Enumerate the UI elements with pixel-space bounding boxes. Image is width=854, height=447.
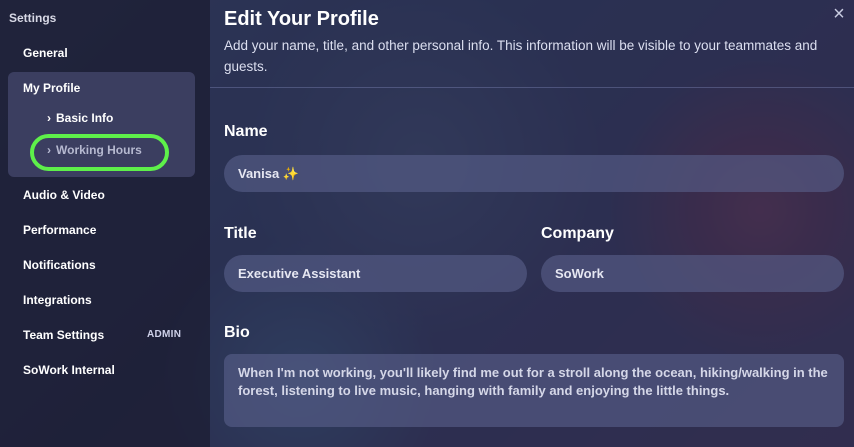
- sidebar-item-my-profile[interactable]: My Profile: [23, 81, 80, 95]
- working-hours-highlight: [30, 134, 169, 171]
- sidebar-subitem-label: Basic Info: [56, 111, 114, 125]
- company-label: Company: [541, 225, 614, 242]
- sidebar-title: Settings: [9, 11, 57, 25]
- bio-label: Bio: [224, 324, 250, 341]
- header-divider: [210, 87, 854, 88]
- bio-textarea[interactable]: When I'm not working, you'll likely find…: [224, 354, 844, 427]
- name-input[interactable]: Vanisa ✨: [224, 155, 844, 192]
- close-icon[interactable]: ×: [828, 3, 850, 25]
- company-input[interactable]: SoWork: [541, 255, 844, 292]
- sidebar-item-sowork-internal[interactable]: SoWork Internal: [23, 363, 115, 377]
- sidebar-item-notifications[interactable]: Notifications: [23, 258, 96, 272]
- page-title: Edit Your Profile: [224, 8, 379, 30]
- settings-sidebar: Settings General My Profile › Basic Info …: [0, 0, 210, 447]
- sidebar-item-audio-video[interactable]: Audio & Video: [23, 188, 105, 202]
- admin-badge: ADMIN: [147, 329, 182, 340]
- sidebar-subitem-basic-info[interactable]: › Basic Info: [47, 111, 113, 125]
- page-subtitle: Add your name, title, and other personal…: [224, 38, 818, 74]
- sidebar-item-performance[interactable]: Performance: [23, 223, 96, 237]
- chevron-right-icon: ›: [47, 111, 51, 125]
- sidebar-item-general[interactable]: General: [23, 46, 68, 60]
- title-input[interactable]: Executive Assistant: [224, 255, 527, 292]
- sidebar-item-team-settings[interactable]: Team Settings: [23, 328, 104, 342]
- name-label: Name: [224, 123, 268, 140]
- title-label: Title: [224, 225, 257, 242]
- edit-profile-panel: Edit Your Profile × Add your name, title…: [210, 0, 854, 447]
- sidebar-item-integrations[interactable]: Integrations: [23, 293, 92, 307]
